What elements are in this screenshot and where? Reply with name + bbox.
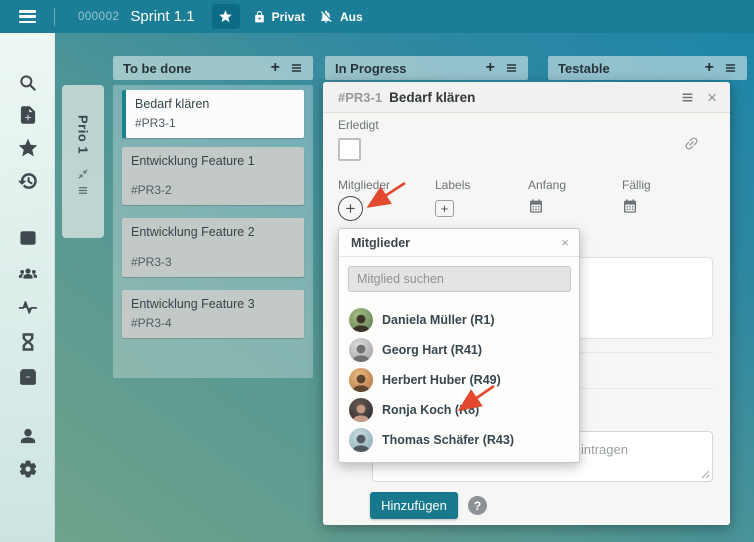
add-card-icon[interactable]: + [486,59,495,77]
members-field-label: Mitglieder [338,178,391,192]
start-field-label: Anfang [528,178,567,192]
member-row-georg[interactable]: Georg Hart (R41) [339,335,579,365]
member-row-ronja[interactable]: Ronja Koch (R8) [339,395,579,425]
popup-title: Mitglieder [351,235,411,250]
member-list: Daniela Müller (R1) Georg Hart (R41) Her… [339,305,579,455]
settings-gear-icon[interactable] [18,459,38,479]
card-id: #PR3-2 [131,183,172,197]
hourglass-icon[interactable] [18,332,38,352]
comment-placeholder: intragen [581,442,628,457]
topbar-divider [54,7,55,26]
sidebar [0,33,55,542]
board-columns-icon[interactable] [18,228,38,248]
add-member-button[interactable]: + [338,196,363,221]
card-title: Bedarf klären [135,97,210,111]
card-title: Entwicklung Feature 2 [131,225,255,239]
member-row-herbert[interactable]: Herbert Huber (R49) [339,365,579,395]
close-icon[interactable]: × [707,89,717,106]
hamburger-menu-icon[interactable] [19,10,36,23]
popup-header: Mitglieder × [339,229,579,257]
swimlane-menu-icon[interactable] [77,185,89,196]
user-icon[interactable] [18,426,38,446]
star-icon[interactable] [18,138,38,158]
swimlane-title: Prio 1 [75,115,91,155]
privacy-indicator[interactable]: Privat [253,10,305,24]
done-label: Erledigt [338,118,379,132]
swimlane-prio1[interactable]: Prio 1 [62,85,104,238]
card-title: Bedarf klären [389,89,476,105]
avatar [349,308,373,332]
column-title: In Progress [335,60,407,76]
lock-icon [254,10,264,22]
notifications-label: Aus [339,9,363,24]
modal-header: #PR3-1 Bedarf klären × [323,82,730,113]
due-field-label: Fällig [622,178,651,192]
add-comment-button[interactable]: Hinzufügen [370,492,458,519]
member-search-input[interactable] [348,266,571,292]
card-pr3-3[interactable]: Entwicklung Feature 2 #PR3-3 [122,218,304,277]
member-name: Herbert Huber (R49) [382,373,501,387]
topbar: 000002 Sprint 1.1 Privat Aus [0,0,754,33]
card-title: Entwicklung Feature 1 [131,154,255,168]
start-date-calendar-icon[interactable] [528,198,544,219]
column-title: Testable [558,60,610,76]
help-icon[interactable]: ? [468,496,487,515]
board-number: 000002 [78,10,120,23]
search-icon[interactable] [18,73,38,93]
privacy-label: Privat [271,9,305,24]
members-popup: Mitglieder × Daniela Müller (R1) Georg H… [338,228,580,463]
close-icon[interactable]: × [561,235,569,250]
app-window: 000002 Sprint 1.1 Privat Aus Prio 1 To b… [0,0,754,542]
member-row-thomas[interactable]: Thomas Schäfer (R43) [339,425,579,455]
notifications-indicator[interactable]: Aus [318,9,363,24]
member-row-daniela[interactable]: Daniela Müller (R1) [339,305,579,335]
card-pr3-1[interactable]: Bedarf klären #PR3-1 [122,90,304,138]
column-menu-icon[interactable] [290,62,303,74]
column-menu-icon[interactable] [724,62,737,74]
avatar [349,338,373,362]
member-name: Ronja Koch (R8) [382,403,480,417]
member-name: Thomas Schäfer (R43) [382,433,514,447]
star-board-button[interactable] [211,4,240,29]
card-id: #PR3-4 [131,316,172,330]
note-add-icon[interactable] [18,105,38,125]
avatar [349,428,373,452]
column-header-in-progress: In Progress + [325,56,528,80]
card-pr3-2[interactable]: Entwicklung Feature 1 #PR3-2 [122,147,304,205]
avatar [349,398,373,422]
column-title: To be done [123,60,192,76]
collapse-icon[interactable] [77,168,89,180]
board-title: Sprint 1.1 [130,8,195,25]
card-pr3-4[interactable]: Entwicklung Feature 3 #PR3-4 [122,290,304,338]
history-icon[interactable] [17,171,38,191]
team-icon[interactable] [18,264,38,284]
column-header-to-be-done: To be done + [113,56,313,80]
member-name: Daniela Müller (R1) [382,313,495,327]
done-checkbox[interactable] [338,138,361,161]
labels-field-label: Labels [435,178,471,192]
avatar [349,368,373,392]
card-id: #PR3-1 [338,89,383,105]
activity-icon[interactable] [18,297,38,317]
column-menu-icon[interactable] [505,62,518,74]
add-card-icon[interactable]: + [271,59,280,77]
card-menu-icon[interactable] [680,91,695,104]
add-card-icon[interactable]: + [705,59,714,77]
column-header-testable: Testable + [548,56,747,80]
card-id: #PR3-1 [135,116,176,130]
resize-grip-icon[interactable] [701,470,710,479]
card-id: #PR3-3 [131,255,172,269]
archive-icon[interactable] [18,367,38,387]
add-label-button[interactable]: + [435,200,454,217]
star-icon [219,10,232,23]
link-icon[interactable] [683,135,700,157]
due-date-calendar-icon[interactable] [622,198,638,219]
member-name: Georg Hart (R41) [382,343,483,357]
card-title: Entwicklung Feature 3 [131,297,255,311]
bell-off-icon [320,10,332,23]
